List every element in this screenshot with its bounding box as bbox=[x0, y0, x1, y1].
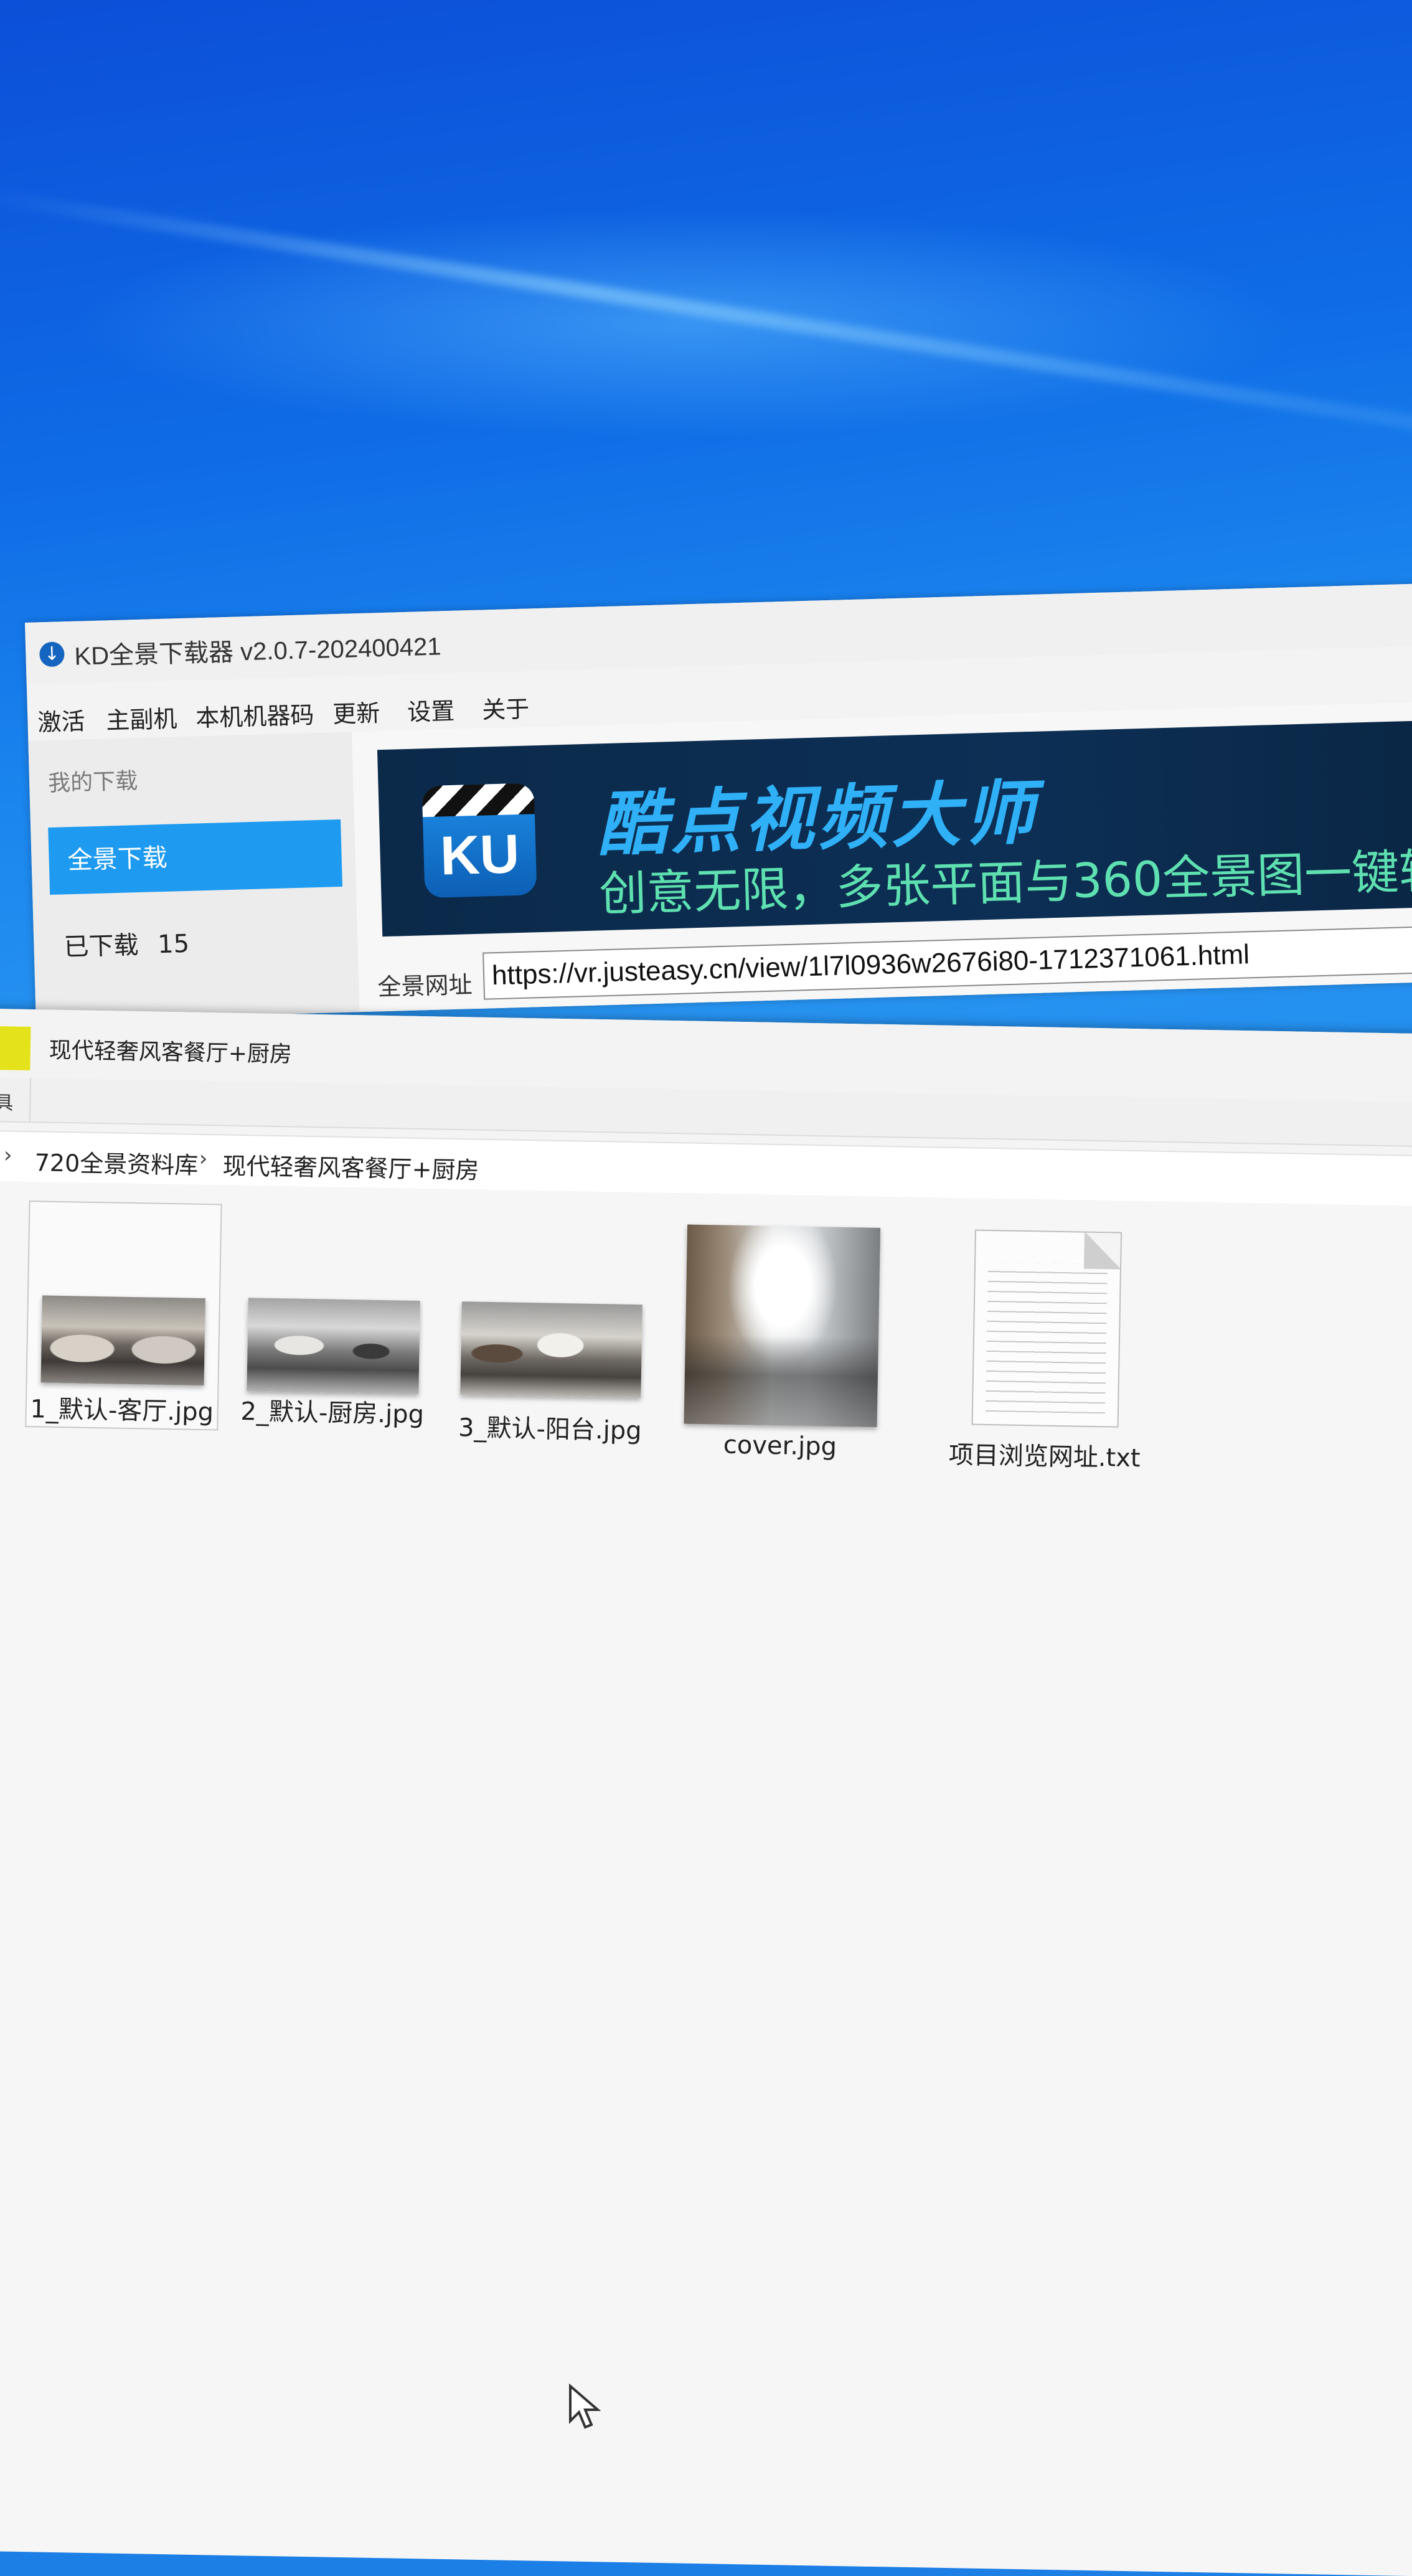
file-name: 1_默认-客厅.jpg bbox=[30, 1395, 214, 1427]
file-name: 2_默认-厨房.jpg bbox=[240, 1397, 425, 1430]
menu-update[interactable]: 更新 bbox=[332, 694, 380, 729]
menu-machine-code[interactable]: 本机机器码 bbox=[195, 696, 314, 733]
breadcrumb-720-library[interactable]: 720全景资料库 bbox=[34, 1143, 198, 1181]
image-icon bbox=[684, 1224, 881, 1427]
panorama-image-icon bbox=[247, 1298, 420, 1395]
ribbon-divider bbox=[29, 1078, 32, 1122]
kd-window-title: KD全景下载器 v2.0.7-202400421 bbox=[73, 633, 442, 671]
panorama-image-icon bbox=[40, 1295, 205, 1385]
kd-downloader-window: ↓ KD全景下载器 v2.0.7-202400421 激活 主副机 本机机器码 … bbox=[25, 583, 1412, 1021]
panorama-image-icon bbox=[460, 1301, 642, 1399]
mouse-cursor-icon bbox=[569, 2384, 601, 2429]
file-item[interactable]: 2_默认-厨房.jpg bbox=[235, 1204, 432, 1432]
url-label: 全景网址 bbox=[377, 971, 473, 1001]
menu-settings[interactable]: 设置 bbox=[407, 692, 455, 727]
sidebar-item-panorama-download[interactable]: 全景下载 bbox=[48, 819, 343, 895]
file-item[interactable]: 项目浏览网址.txt bbox=[933, 1216, 1160, 1473]
chevron-right-icon[interactable]: › bbox=[4, 1143, 12, 1168]
clapperboard-icon bbox=[421, 783, 535, 818]
kd-main-content: KU 酷点视频大师 创意无限，多张平面与360全景图一键转 全景网址 https… bbox=[352, 701, 1412, 1012]
file-item[interactable]: 3_默认-阳台.jpg bbox=[453, 1208, 650, 1445]
file-explorer-window: 现代轻奢风客餐厅+厨房 具 › 720全景资料库 › 现代轻奢风客餐厅+厨房 1… bbox=[0, 1009, 1412, 2576]
text-lines bbox=[985, 1262, 1108, 1414]
breadcrumb-current-folder[interactable]: 现代轻奢风客餐厅+厨房 bbox=[222, 1146, 479, 1185]
menu-activate[interactable]: 激活 bbox=[37, 702, 86, 737]
chevron-right-icon[interactable]: › bbox=[199, 1146, 207, 1171]
ad-banner[interactable]: KU 酷点视频大师 创意无限，多张平面与360全景图一键转 bbox=[377, 720, 1412, 937]
file-name: cover.jpg bbox=[723, 1430, 837, 1461]
explorer-window-title: 现代轻奢风客餐厅+厨房 bbox=[49, 1037, 293, 1068]
file-list: 1_默认-客厅.jpg 2_默认-厨房.jpg 3_默认-阳台.jpg cove… bbox=[0, 1181, 1412, 2576]
menu-about[interactable]: 关于 bbox=[481, 689, 530, 725]
ribbon-tab[interactable]: 具 bbox=[0, 1087, 14, 1115]
text-file-icon bbox=[971, 1229, 1123, 1428]
file-item[interactable]: 1_默认-客厅.jpg bbox=[25, 1201, 222, 1431]
downloaded-count: 15 bbox=[157, 929, 190, 960]
sidebar-item-downloaded[interactable]: 已下载 15 bbox=[64, 923, 190, 963]
logo-text: KU bbox=[439, 822, 520, 887]
menu-main-secondary[interactable]: 主副机 bbox=[106, 699, 178, 735]
download-app-icon: ↓ bbox=[39, 641, 65, 668]
wallpaper-light-streak bbox=[0, 187, 1412, 445]
folder-icon bbox=[0, 1026, 31, 1071]
downloaded-label: 已下载 bbox=[63, 931, 139, 962]
file-name: 3_默认-阳台.jpg bbox=[458, 1413, 642, 1446]
my-downloads-heading: 我的下载 bbox=[47, 768, 138, 797]
kd-sidebar: 我的下载 全景下载 已下载 15 bbox=[28, 732, 360, 1021]
ku-logo-icon: KU bbox=[421, 783, 537, 899]
file-name: 项目浏览网址.txt bbox=[948, 1440, 1141, 1473]
file-item[interactable]: cover.jpg bbox=[684, 1212, 881, 1461]
